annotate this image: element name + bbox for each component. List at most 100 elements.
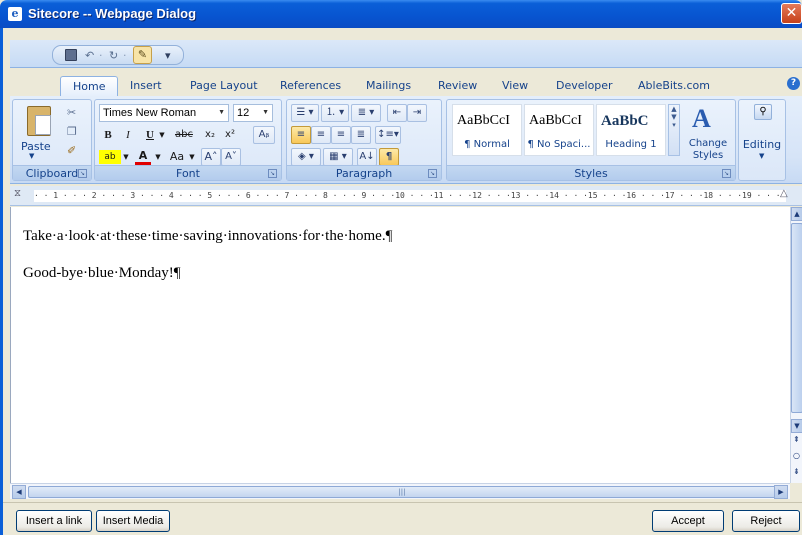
decrease-indent-icon[interactable]: ⇤: [387, 104, 407, 122]
scroll-left-icon[interactable]: ◀: [12, 485, 26, 499]
underline-icon[interactable]: U: [143, 126, 157, 144]
tab-home[interactable]: Home: [60, 76, 119, 97]
scroll-down-icon[interactable]: ▼: [791, 419, 802, 433]
styles-scroll[interactable]: ▲ ▼ ▾: [668, 104, 680, 156]
font-color-dropdown-icon[interactable]: ▼: [153, 148, 163, 166]
strikethrough-icon[interactable]: abc: [171, 126, 197, 144]
font-size-select[interactable]: 12 ▼: [233, 104, 273, 122]
redo-dropdown-icon[interactable]: ·: [123, 48, 127, 63]
undo-dropdown-icon[interactable]: ·: [99, 48, 103, 63]
change-case-dropdown-icon[interactable]: ▼: [187, 148, 197, 166]
styles-launcher-icon[interactable]: ↘: [722, 169, 731, 178]
paragraph-launcher-icon[interactable]: ↘: [428, 169, 437, 178]
paste-button[interactable]: Paste: [21, 140, 51, 153]
subscript-icon[interactable]: x₂: [201, 126, 219, 144]
custom-macro-icon[interactable]: ✎: [133, 46, 152, 64]
chevron-down-icon: ▼: [218, 109, 225, 116]
save-icon[interactable]: [65, 49, 77, 61]
reject-button[interactable]: Reject: [732, 510, 800, 532]
editing-dropdown-icon[interactable]: ▼: [759, 152, 764, 160]
tab-review[interactable]: Review: [438, 76, 477, 96]
style-name: ¶ No Spaci...: [527, 139, 591, 150]
highlight-dropdown-icon[interactable]: ▼: [121, 148, 131, 166]
align-right-icon[interactable]: ≡: [331, 126, 351, 144]
right-indent-marker-icon[interactable]: △: [780, 188, 788, 199]
bold-icon[interactable]: B: [101, 126, 115, 144]
multilevel-list-icon[interactable]: ≣ ▾: [351, 104, 381, 122]
horizontal-scrollbar[interactable]: ◀ ||| ▶: [10, 483, 790, 499]
increase-indent-icon[interactable]: ⇥: [407, 104, 427, 122]
next-page-icon[interactable]: ⇟: [793, 467, 800, 476]
show-formatting-icon[interactable]: ¶: [379, 148, 399, 166]
ribbon-tabs: Home Insert Page Layout References Maili…: [10, 76, 802, 97]
insert-media-button[interactable]: Insert Media: [96, 510, 170, 532]
document-body[interactable]: Take·a·look·at·these·time·saving·innovat…: [10, 207, 790, 483]
underline-dropdown-icon[interactable]: ▼: [157, 126, 167, 144]
redo-icon[interactable]: ↻: [109, 48, 118, 63]
tab-view[interactable]: View: [502, 76, 528, 96]
editing-button[interactable]: Editing: [739, 138, 785, 151]
font-name-value: Times New Roman: [103, 107, 197, 119]
format-painter-icon[interactable]: ✐: [67, 144, 76, 157]
shrink-font-icon[interactable]: A˅: [221, 148, 241, 166]
align-center-icon[interactable]: ≡: [311, 126, 331, 144]
justify-icon[interactable]: ≣: [351, 126, 371, 144]
font-name-select[interactable]: Times New Roman ▼: [99, 104, 229, 122]
tab-insert[interactable]: Insert: [130, 76, 162, 96]
insert-link-button[interactable]: Insert a link: [16, 510, 92, 532]
tab-page-layout[interactable]: Page Layout: [190, 76, 258, 96]
help-icon[interactable]: ?: [787, 77, 800, 90]
superscript-icon[interactable]: x²: [221, 126, 239, 144]
quick-access-toolbar: ↶ · ↻ · ✎ ▾: [52, 45, 184, 65]
style-normal[interactable]: AaBbCcI ¶ Normal: [452, 104, 522, 156]
grow-font-icon[interactable]: A˄: [201, 148, 221, 166]
bullets-icon[interactable]: ☰ ▾: [291, 104, 319, 122]
style-heading-1[interactable]: AaBbC Heading 1: [596, 104, 666, 156]
change-styles-button[interactable]: Change Styles: [684, 138, 732, 162]
tab-references[interactable]: References: [280, 76, 341, 96]
customize-qat-icon[interactable]: ▾: [165, 48, 171, 63]
vertical-scrollbar[interactable]: ▲ ▼ ⇞ ○ ⇟: [790, 207, 802, 483]
copy-icon[interactable]: ❐: [67, 125, 77, 138]
vertical-scroll-thumb[interactable]: [791, 223, 802, 413]
horizontal-scroll-thumb[interactable]: |||: [28, 486, 776, 498]
style-no-spacing[interactable]: AaBbCcI ¶ No Spaci...: [524, 104, 594, 156]
font-launcher-icon[interactable]: ↘: [268, 169, 277, 178]
shading-icon[interactable]: ◈ ▾: [291, 148, 321, 166]
paste-dropdown-icon[interactable]: ▼: [29, 152, 34, 160]
previous-page-icon[interactable]: ⇞: [793, 435, 800, 444]
line-spacing-icon[interactable]: ↕≡▾: [375, 126, 401, 144]
editing-group: ⚲ Editing ▼: [738, 99, 786, 181]
scroll-right-icon[interactable]: ▶: [774, 485, 788, 499]
select-browse-object-icon[interactable]: ○: [793, 451, 800, 460]
sort-icon[interactable]: A↓: [357, 148, 377, 166]
change-styles-icon[interactable]: A: [692, 104, 711, 134]
highlight-icon[interactable]: ab: [99, 150, 121, 164]
binoculars-icon[interactable]: ⚲: [754, 104, 772, 120]
document-paragraph[interactable]: Good-bye·blue·Monday!¶: [23, 265, 181, 282]
clipboard-launcher-icon[interactable]: ↘: [78, 169, 87, 178]
scroll-up-icon[interactable]: ▲: [791, 207, 802, 221]
style-name: Heading 1: [605, 139, 657, 150]
style-name: ¶ Normal: [464, 139, 510, 150]
change-case-icon[interactable]: Aa: [167, 148, 187, 166]
tab-ablebits[interactable]: AbleBits.com: [638, 76, 710, 96]
tab-mailings[interactable]: Mailings: [366, 76, 411, 96]
clear-formatting-icon[interactable]: Aᵦ: [253, 126, 275, 144]
font-color-icon[interactable]: A: [135, 148, 151, 165]
italic-icon[interactable]: I: [121, 126, 135, 144]
style-sample: AaBbCcI: [457, 113, 510, 128]
paste-icon[interactable]: [27, 106, 51, 136]
cut-icon[interactable]: ✂: [67, 106, 76, 119]
indent-marker-icon[interactable]: ⧖: [14, 188, 21, 199]
ruler: ⧖ · · 1 · · · 2 · · · 3 · · · 4 · · · 5 …: [10, 186, 802, 206]
document-paragraph[interactable]: Take·a·look·at·these·time·saving·innovat…: [23, 228, 392, 245]
close-button[interactable]: ✕: [781, 3, 802, 24]
chevron-down-icon: ▼: [262, 109, 269, 116]
accept-button[interactable]: Accept: [652, 510, 724, 532]
numbering-icon[interactable]: ⒈ ▾: [321, 104, 349, 122]
undo-icon[interactable]: ↶: [85, 48, 94, 63]
tab-developer[interactable]: Developer: [556, 76, 613, 96]
align-left-icon[interactable]: ≡: [291, 126, 311, 144]
borders-icon[interactable]: ▦ ▾: [323, 148, 353, 166]
